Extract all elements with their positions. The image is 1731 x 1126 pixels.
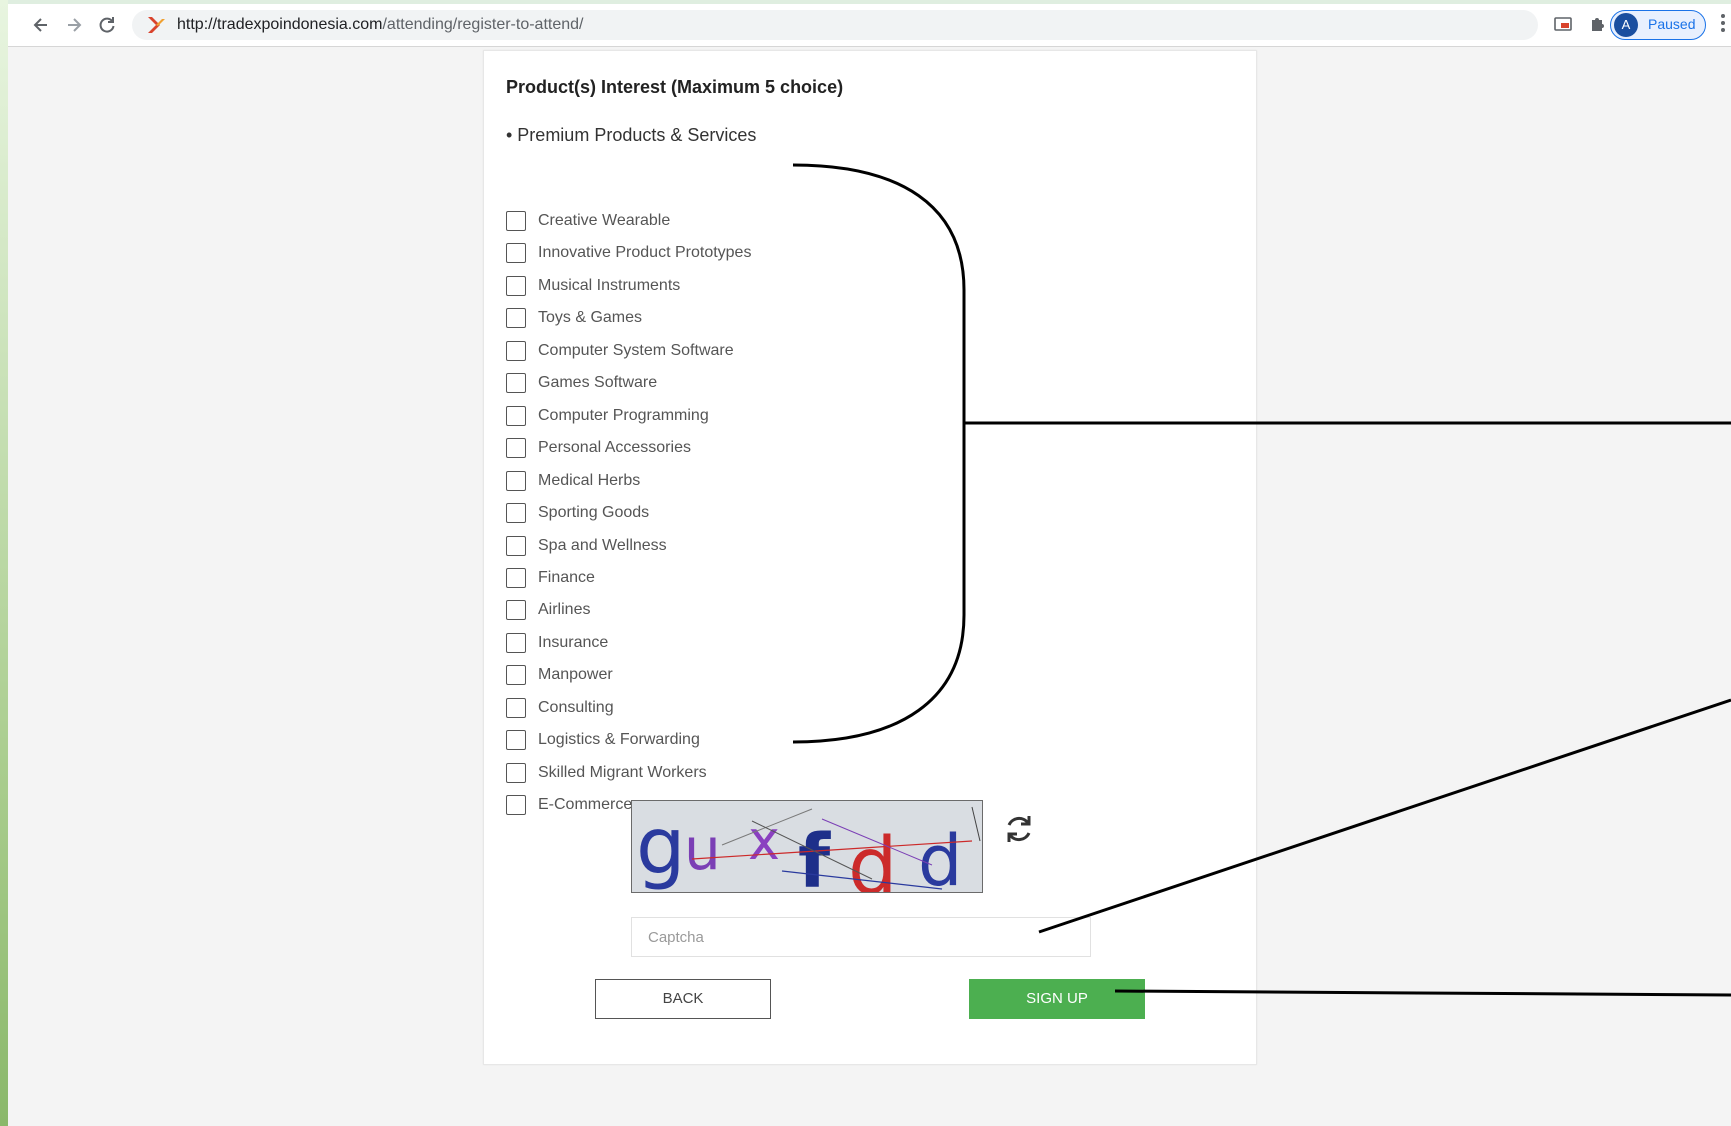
reload-icon[interactable] <box>94 12 120 38</box>
profile-button[interactable]: A Paused <box>1610 10 1706 40</box>
checkbox[interactable] <box>506 730 526 751</box>
option-label: Musical Instruments <box>538 276 681 294</box>
url-text: http://tradexpoindonesia.com/attending/r… <box>177 16 583 34</box>
checkbox[interactable] <box>506 308 526 329</box>
product-option[interactable]: Games Software <box>506 371 657 395</box>
url-path: /attending/register-to-attend/ <box>382 16 584 33</box>
product-option[interactable]: Computer Programming <box>506 404 709 428</box>
product-option[interactable]: Innovative Product Prototypes <box>506 241 751 265</box>
captcha-image: g u x f d d <box>631 800 983 893</box>
product-option[interactable]: Creative Wearable <box>506 209 670 233</box>
captcha-input[interactable] <box>631 917 1091 957</box>
option-label: Consulting <box>538 698 614 716</box>
checkbox[interactable] <box>506 600 526 621</box>
checkbox[interactable] <box>506 405 526 426</box>
checkbox[interactable] <box>506 211 526 231</box>
option-label: Computer System Software <box>538 341 734 359</box>
captcha-char: f <box>798 819 831 893</box>
product-option[interactable]: Insurance <box>506 631 608 655</box>
product-option[interactable]: Manpower <box>506 663 613 687</box>
captcha-char: u <box>684 815 721 883</box>
forward-icon[interactable] <box>61 12 87 38</box>
option-label: Airlines <box>538 601 591 619</box>
product-option[interactable]: Sporting Goods <box>506 501 649 525</box>
product-option[interactable]: Personal Accessories <box>506 436 691 460</box>
product-option[interactable]: Musical Instruments <box>506 274 680 298</box>
product-option[interactable]: Consulting <box>506 696 614 720</box>
checkbox[interactable] <box>506 795 526 816</box>
option-label: Spa and Wellness <box>538 536 667 554</box>
product-option[interactable]: Airlines <box>506 598 590 622</box>
option-label: Sporting Goods <box>538 504 650 522</box>
address-bar[interactable]: http://tradexpoindonesia.com/attending/r… <box>132 10 1538 40</box>
option-label: Innovative Product Prototypes <box>538 244 752 262</box>
option-label: Insurance <box>538 633 609 651</box>
checkbox[interactable] <box>506 373 526 394</box>
product-option[interactable]: Computer System Software <box>506 339 734 363</box>
checkbox[interactable] <box>506 243 526 264</box>
cast-icon[interactable] <box>1553 14 1575 36</box>
category-label: • Premium Products & Services <box>506 125 757 145</box>
checkbox[interactable] <box>506 762 526 783</box>
option-label: Games Software <box>538 374 658 392</box>
option-label: Computer Programming <box>538 406 709 424</box>
checkbox[interactable] <box>506 503 526 524</box>
checkbox[interactable] <box>506 470 526 491</box>
product-option[interactable]: Medical Herbs <box>506 469 640 493</box>
browser-toolbar: http://tradexpoindonesia.com/attending/r… <box>8 4 1731 47</box>
option-label: Personal Accessories <box>538 439 691 457</box>
checkbox[interactable] <box>506 665 526 686</box>
checkbox[interactable] <box>506 275 526 296</box>
site-icon <box>146 16 166 39</box>
checkbox[interactable] <box>506 632 526 653</box>
option-label: Medical Herbs <box>538 471 641 489</box>
desktop-background-edge <box>0 0 8 1126</box>
option-label: Skilled Migrant Workers <box>538 763 707 781</box>
product-option[interactable]: Finance <box>506 566 595 590</box>
checkbox[interactable] <box>506 567 526 588</box>
option-label: Manpower <box>538 666 613 684</box>
product-option[interactable]: Logistics & Forwarding <box>506 728 700 752</box>
captcha-char: x <box>748 809 780 872</box>
product-option[interactable]: Spa and Wellness <box>506 534 667 558</box>
checkbox[interactable] <box>506 535 526 556</box>
section-title: Product(s) Interest (Maximum 5 choice) <box>506 77 844 97</box>
url-host: http://tradexpoindonesia.com <box>177 16 383 33</box>
refresh-captcha-icon[interactable] <box>1001 811 1037 847</box>
checkbox[interactable] <box>506 340 526 361</box>
product-option[interactable]: Skilled Migrant Workers <box>506 761 707 785</box>
back-icon[interactable] <box>28 12 54 38</box>
registration-card: Product(s) Interest (Maximum 5 choice) •… <box>483 50 1257 1065</box>
checkbox[interactable] <box>506 438 526 459</box>
product-option[interactable]: E-Commerce <box>506 793 632 817</box>
puzzle-icon[interactable] <box>1588 14 1610 36</box>
avatar: A <box>1614 13 1638 37</box>
option-label: Finance <box>538 568 595 586</box>
option-label: E-Commerce <box>538 796 633 814</box>
option-label: Creative Wearable <box>538 212 671 229</box>
option-label: Toys & Games <box>538 309 643 327</box>
option-label: Logistics & Forwarding <box>538 731 700 749</box>
product-option[interactable]: Toys & Games <box>506 306 642 330</box>
back-button[interactable]: BACK <box>595 979 771 1019</box>
signup-button[interactable]: SIGN UP <box>969 979 1145 1019</box>
kebab-icon[interactable] <box>1720 12 1726 40</box>
captcha-char: g <box>636 802 686 892</box>
profile-status: Paused <box>1648 16 1696 32</box>
captcha-char: d <box>918 820 962 893</box>
checkbox[interactable] <box>506 697 526 718</box>
